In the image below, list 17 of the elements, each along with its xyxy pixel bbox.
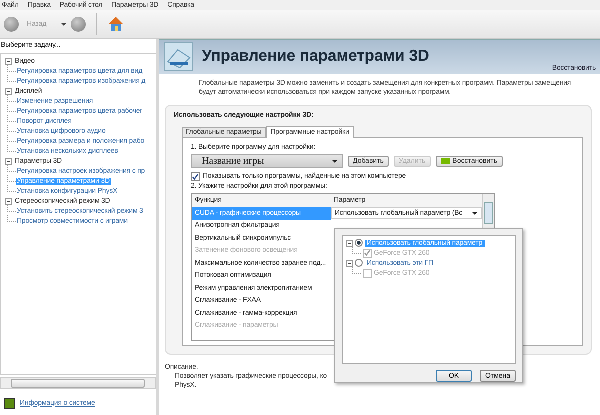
info-icon xyxy=(4,398,15,408)
radio-button[interactable] xyxy=(355,239,363,247)
collapse-toggle-icon[interactable] xyxy=(346,260,353,266)
collapse-toggle-icon[interactable] xyxy=(5,88,12,94)
collapse-toggle-icon[interactable] xyxy=(346,240,353,246)
collapse-toggle-icon[interactable] xyxy=(5,198,12,204)
caret-icon[interactable] xyxy=(60,22,67,26)
cube-settings-icon xyxy=(164,42,194,72)
horizontal-scrollbar[interactable] xyxy=(0,377,156,389)
collapse-toggle-icon[interactable] xyxy=(5,158,12,164)
page-title: Управление параметрами 3D xyxy=(202,48,430,66)
back-button-icon[interactable] xyxy=(4,16,19,32)
program-dropdown[interactable]: Название игры xyxy=(191,154,343,168)
home-icon[interactable] xyxy=(106,15,125,33)
checkbox[interactable] xyxy=(191,172,200,181)
collapse-toggle-icon[interactable] xyxy=(5,58,12,64)
radio-button[interactable] xyxy=(355,259,363,267)
